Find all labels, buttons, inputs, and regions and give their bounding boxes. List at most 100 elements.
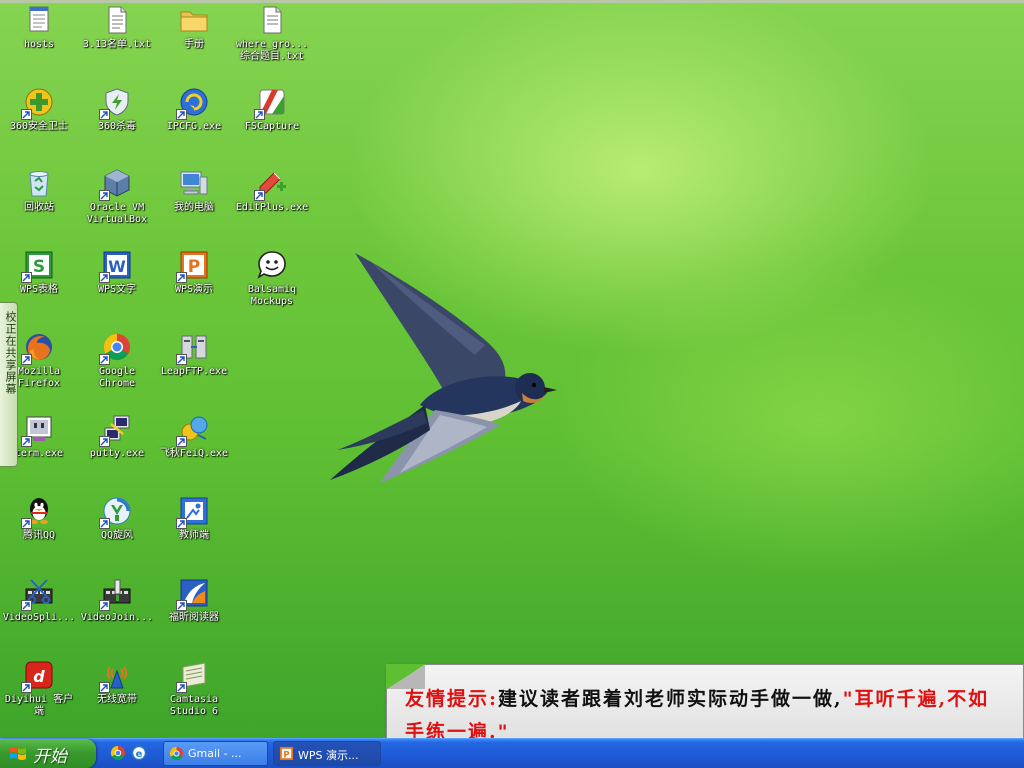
desktop-icon-label: 我的电脑	[174, 202, 214, 213]
desktop-icon-putty[interactable]: putty.exe	[79, 413, 155, 460]
desktop-icon-video-splitter[interactable]: VideoSpli...	[1, 577, 77, 624]
screen-share-side-tab[interactable]: 校正在共享屏幕	[0, 302, 18, 467]
desktop-icon-label: WPS表格	[19, 284, 59, 295]
leapftp-icon	[176, 331, 210, 365]
tip-prefix: 友情提示:	[405, 688, 499, 710]
desktop-icon-label: FSCapture	[244, 121, 300, 132]
svg-text:P: P	[188, 257, 200, 277]
quick-launch-ie-icon[interactable]: e	[131, 745, 147, 761]
quick-launch-chrome-icon[interactable]	[110, 745, 126, 761]
video-joiner-icon	[99, 577, 133, 611]
shortcut-arrow-icon	[21, 518, 32, 529]
desktop-icon-my-computer[interactable]: 我的电脑	[156, 167, 232, 214]
shortcut-arrow-icon	[21, 600, 32, 611]
qq-whirlwind-icon	[99, 495, 133, 529]
desktop-icon-360-antivirus[interactable]: 360杀毒	[79, 86, 155, 133]
desktop-icon-label: 教师端	[179, 530, 209, 541]
svg-text:e: e	[136, 749, 143, 760]
taskbar-button-gmail[interactable]: Gmail - ...	[163, 741, 268, 766]
start-button-label: 开始	[33, 747, 67, 767]
virtualbox-icon	[99, 167, 133, 201]
desktop-icon-label: 福昕阅读器	[169, 612, 219, 623]
putty-icon	[99, 413, 133, 447]
shortcut-arrow-icon	[254, 190, 265, 201]
start-button[interactable]: 开始	[0, 739, 96, 768]
shortcut-arrow-icon	[176, 682, 187, 693]
wallpaper-swallow-bird	[330, 253, 557, 483]
shortcut-arrow-icon	[254, 109, 265, 120]
desktop-icon-wps-presentation[interactable]: P WPS演示	[156, 249, 232, 296]
shortcut-arrow-icon	[99, 682, 110, 693]
wps-presentation-icon: P	[176, 249, 210, 283]
chrome-icon	[169, 746, 184, 761]
desktop-icon-wps-spreadsheet[interactable]: S WPS表格	[1, 249, 77, 296]
svg-text:W: W	[108, 257, 126, 276]
desktop-icon-qq[interactable]: 腾讯QQ	[1, 495, 77, 542]
firefox-icon	[21, 331, 55, 365]
desktop-icon-balsamiq[interactable]: Balsamiq Mockups	[234, 249, 310, 308]
shortcut-arrow-icon	[21, 109, 32, 120]
shortcut-arrow-icon	[176, 600, 187, 611]
taskbar-button-wps-presentation[interactable]: P WPS 演示...	[273, 741, 381, 766]
desktop-icon-label: VideoJoin...	[80, 612, 154, 623]
desktop-icon-label: putty.exe	[89, 448, 145, 459]
shortcut-arrow-icon	[21, 436, 32, 447]
desktop-icon-fscapture[interactable]: FSCapture	[234, 86, 310, 133]
desktop-icon-virtualbox[interactable]: Oracle VM VirtualBox	[79, 167, 155, 226]
desktop-icon-leapftp[interactable]: LeapFTP.exe	[156, 331, 232, 378]
text-file-icon	[101, 4, 133, 36]
notepad-file-icon	[23, 4, 55, 36]
windows-logo-icon	[10, 747, 26, 760]
desktop-icon-label: 无线宽带	[97, 694, 137, 705]
desktop-icon-where-gro-txt[interactable]: where_gro... 综合题目.txt	[234, 4, 310, 63]
screen-top-edge	[0, 0, 1024, 3]
screen-share-side-tab-label: 校正在共享屏幕	[4, 311, 17, 395]
shortcut-arrow-icon	[176, 109, 187, 120]
desktop-icon-wps-writer[interactable]: W WPS文字	[79, 249, 155, 296]
desktop-icon-label: Balsamiq Mockups	[247, 284, 297, 307]
desktop-icon-313-list-txt[interactable]: 3.13名单.txt	[79, 4, 155, 51]
360-safe-icon	[21, 86, 55, 120]
taskbar: 开始 e Gmail - ... P WPS 演示...	[0, 738, 1024, 768]
shortcut-arrow-icon	[99, 272, 110, 283]
desktop-icon-ipcfg[interactable]: IPCFG.exe	[156, 86, 232, 133]
shortcut-arrow-icon	[176, 436, 187, 447]
svg-text:S: S	[33, 257, 45, 277]
desktop-icon-chrome[interactable]: Google Chrome	[79, 331, 155, 390]
desktop-icon-label: Oracle VM VirtualBox	[86, 202, 148, 225]
shortcut-arrow-icon	[99, 354, 110, 365]
desktop-icon-label: Camtasia Studio 6	[169, 694, 219, 717]
desktop-icon-recycle-bin[interactable]: 回收站	[1, 167, 77, 214]
fscapture-icon	[254, 86, 288, 120]
wireless-broadband-icon	[99, 659, 133, 693]
desktop-icon-wireless-broadband[interactable]: 无线宽带	[79, 659, 155, 706]
desktop-icon-diyihui-client[interactable]: d Diyihui 客户 端	[1, 659, 77, 718]
shortcut-arrow-icon	[99, 109, 110, 120]
shortcut-arrow-icon	[21, 272, 32, 283]
taskbar-button-label: Gmail - ...	[188, 747, 242, 760]
desktop-icon-label: Google Chrome	[98, 366, 136, 389]
diyihui-client-icon: d	[21, 659, 55, 693]
svg-text:P: P	[283, 749, 289, 759]
desktop-icon-label: 腾讯QQ	[22, 530, 56, 541]
desktop-icon-label: IPCFG.exe	[166, 121, 222, 132]
desktop-icon-camtasia[interactable]: Camtasia Studio 6	[156, 659, 232, 718]
desktop-icon-label: 手册	[184, 39, 204, 50]
desktop-icon-teacher-client[interactable]: 教师端	[156, 495, 232, 542]
terminal-icon	[21, 413, 55, 447]
desktop-icon-360-safe[interactable]: 360安全卫士	[1, 86, 77, 133]
desktop-icon-foxit-reader[interactable]: 福昕阅读器	[156, 577, 232, 624]
camtasia-icon	[176, 659, 210, 693]
desktop-icon-feiq[interactable]: 飞秋FeiQ.exe	[156, 413, 232, 460]
desktop-icon-label: LeapFTP.exe	[160, 366, 228, 377]
foxit-reader-icon	[176, 577, 210, 611]
shortcut-arrow-icon	[99, 518, 110, 529]
desktop-icon-label: 360杀毒	[97, 121, 137, 132]
wps-spreadsheet-icon: S	[21, 249, 55, 283]
desktop-icon-qq-whirlwind[interactable]: QQ旋风	[79, 495, 155, 542]
desktop-icon-manual-folder[interactable]: 手册	[156, 4, 232, 51]
balsamiq-icon	[256, 249, 288, 281]
desktop-icon-hosts[interactable]: hosts	[1, 4, 77, 51]
desktop-icon-video-joiner[interactable]: VideoJoin...	[79, 577, 155, 624]
desktop-icon-editplus[interactable]: EditPlus.exe	[234, 167, 310, 214]
